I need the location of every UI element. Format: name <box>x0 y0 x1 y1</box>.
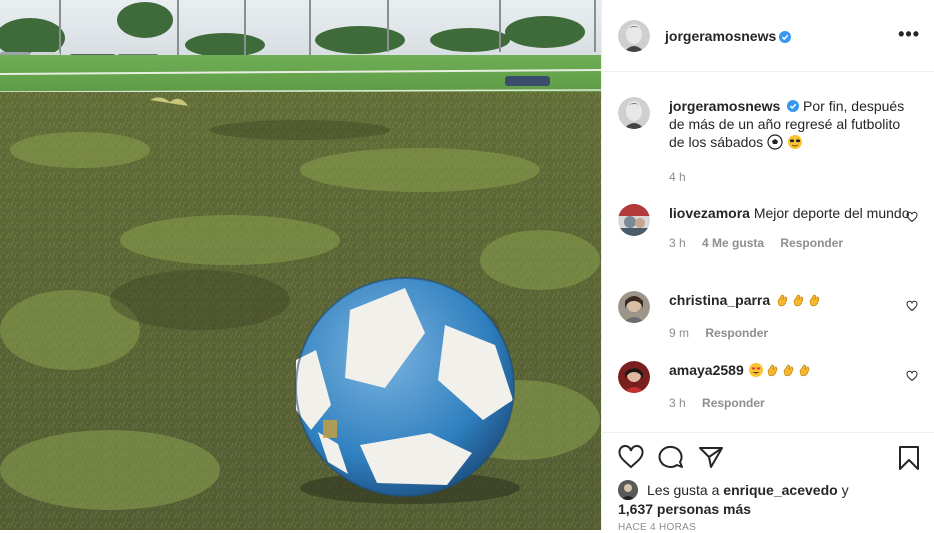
clap-emoji-icon <box>806 292 822 312</box>
post-photo[interactable] <box>0 0 601 530</box>
like-comment-heart-icon[interactable] <box>906 210 918 223</box>
like-comment-heart-icon[interactable] <box>906 369 918 382</box>
comment-item: liovezamora Mejor deporte del mundo 3 h … <box>618 204 918 250</box>
clap-emoji-icon <box>780 362 796 382</box>
clap-emoji-icon <box>796 362 812 382</box>
clap-emoji-icon <box>764 362 780 382</box>
comment-meta: 3 h 4 Me gusta Responder <box>669 236 918 250</box>
commenter-username[interactable]: christina_parra <box>669 292 770 308</box>
soccer-ball <box>295 277 515 497</box>
comment-icon[interactable] <box>658 445 684 474</box>
author-username[interactable]: jorgeramosnews <box>665 28 776 44</box>
reply-button[interactable]: Responder <box>705 326 768 340</box>
author-avatar[interactable] <box>618 19 650 52</box>
post-timestamp[interactable]: HACE 4 HORAS <box>618 522 696 533</box>
soccer-ball-emoji-icon <box>767 134 783 154</box>
commenter-username[interactable]: amaya2589 <box>669 362 744 378</box>
comment-item: christina_parra 9 m Responder <box>618 291 918 340</box>
liker-avatar[interactable] <box>618 480 638 500</box>
commenter-avatar[interactable] <box>618 291 650 323</box>
likes-prefix: Les gusta a <box>647 482 720 498</box>
commenter-username[interactable]: liovezamora <box>669 205 750 221</box>
likes-joiner: y <box>841 482 849 498</box>
soccer-field-image <box>0 0 601 530</box>
caption-time[interactable]: 4 h <box>669 170 686 184</box>
like-heart-icon[interactable] <box>618 445 644 474</box>
caption-meta: 4 h <box>669 170 918 184</box>
like-comment-heart-icon[interactable] <box>906 299 918 312</box>
liker-username[interactable]: enrique_acevedo <box>723 482 837 498</box>
likes-summary: Les gusta a enrique_acevedo y 1,637 pers… <box>618 480 849 518</box>
caption-username[interactable]: jorgeramosnews <box>669 98 780 114</box>
caption: jorgeramosnews Por fin, después de más d… <box>618 97 918 184</box>
commenter-avatar[interactable] <box>618 361 650 393</box>
caption-avatar[interactable] <box>618 97 650 129</box>
comment-time[interactable]: 3 h <box>669 236 686 250</box>
comment-likes[interactable]: 4 Me gusta <box>702 236 764 250</box>
sunglasses-face-emoji-icon <box>787 134 803 154</box>
clap-emoji-icon <box>790 292 806 312</box>
post-side-panel: jorgeramosnews ••• jorgeramosnews Por fi… <box>601 0 934 533</box>
post-header: jorgeramosnews ••• <box>602 0 934 72</box>
share-send-icon[interactable] <box>698 445 724 474</box>
heart-eyes-emoji-icon <box>748 362 764 382</box>
comment-text: Mejor deporte del mundo <box>753 205 910 221</box>
likes-others-count[interactable]: 1,637 personas más <box>618 501 751 517</box>
reply-button[interactable]: Responder <box>702 396 765 410</box>
verified-badge-icon <box>787 98 800 112</box>
verified-badge-icon <box>779 30 792 43</box>
clap-emoji-icon <box>774 292 790 312</box>
reply-button[interactable]: Responder <box>780 236 843 250</box>
comment-meta: 9 m Responder <box>669 326 918 340</box>
more-options-icon[interactable]: ••• <box>898 24 920 45</box>
save-bookmark-icon[interactable] <box>898 445 920 476</box>
commenter-avatar[interactable] <box>618 204 650 236</box>
comment-item: amaya2589 3 h Responder <box>618 361 918 410</box>
comment-meta: 3 h Responder <box>669 396 918 410</box>
comment-time[interactable]: 3 h <box>669 396 686 410</box>
comment-time[interactable]: 9 m <box>669 326 689 340</box>
